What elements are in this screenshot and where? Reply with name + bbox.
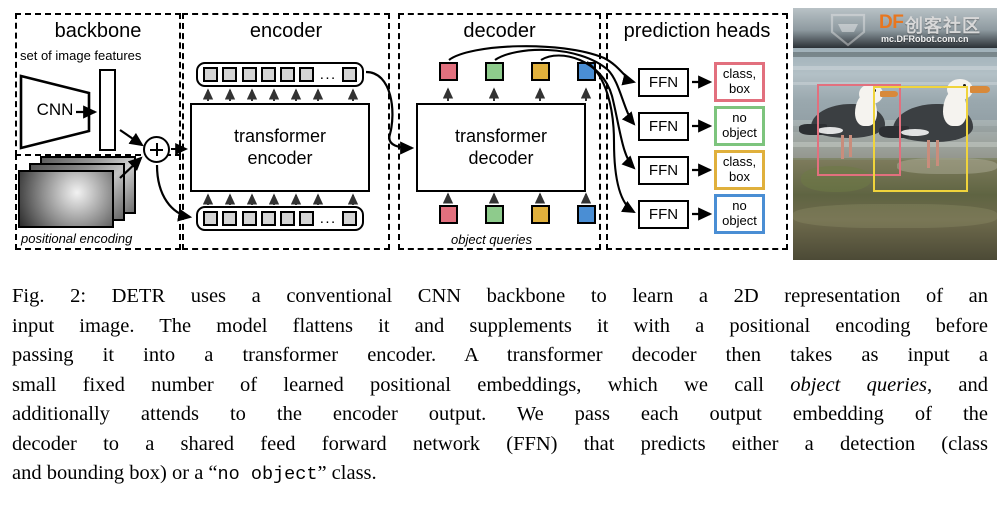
transformer-encoder-box: transformer encoder	[190, 103, 370, 192]
prediction-4-line1: no	[732, 198, 747, 214]
decoder-output-embedding-4	[577, 62, 596, 81]
decoder-output-embedding-2	[485, 62, 504, 81]
caption-line: and bounding box) or a “no object” class…	[12, 462, 377, 485]
object-query-4	[577, 205, 596, 224]
ffn-box-3: FFN	[638, 156, 689, 185]
section-title-backbone: backbone	[54, 20, 142, 42]
ffn-box-4: FFN	[638, 200, 689, 229]
figure-page: backbone encoder decoder prediction head…	[0, 0, 1000, 505]
encoder-in-ellipsis: ...	[319, 209, 337, 227]
prediction-result-4: no object	[714, 194, 765, 234]
encoder-out-token	[260, 67, 276, 82]
encoder-out-ellipsis: ...	[319, 65, 337, 83]
prediction-result-3: class, box	[714, 150, 765, 190]
encoder-in-token	[260, 211, 276, 226]
encoder-in-token	[280, 211, 296, 226]
positional-encoding-label: positional encoding	[21, 231, 133, 246]
encoder-out-token	[222, 67, 238, 82]
watermark-url: mc.DFRobot.com.cn	[881, 34, 969, 44]
encoder-out-token	[203, 67, 218, 82]
sum-operator-icon	[143, 136, 170, 163]
prediction-3-line1: class,	[722, 154, 757, 170]
encoder-in-token	[203, 211, 218, 226]
detr-architecture-diagram: backbone encoder decoder prediction head…	[0, 0, 1000, 268]
prediction-result-2: no object	[714, 106, 765, 146]
prediction-result-1: class, box	[714, 62, 765, 102]
encoder-out-token	[299, 67, 315, 82]
object-query-3	[531, 205, 550, 224]
encoder-out-token	[280, 67, 296, 82]
prediction-1-line2: box	[729, 81, 750, 96]
prediction-1-line1: class,	[722, 66, 757, 82]
example-detection-photo: DF 创客社区 mc.DFRobot.com.cn	[793, 8, 997, 260]
bounding-box-yellow	[873, 86, 968, 192]
photo-watermark: DF 创客社区 mc.DFRobot.com.cn	[793, 8, 997, 54]
section-title-prediction-heads: prediction heads	[623, 20, 771, 42]
image-feature-vector	[99, 69, 116, 151]
transformer-encoder-line1: transformer	[233, 125, 327, 146]
cnn-label: CNN	[36, 100, 74, 119]
caption-line: input image. The model flattens it and s…	[12, 314, 988, 337]
transformer-encoder-line2: encoder	[247, 147, 313, 168]
photo-water-streak	[793, 66, 997, 70]
object-queries-label: object queries	[451, 232, 532, 247]
decoder-output-embedding-1	[439, 62, 458, 81]
caption-line: small fixed number of learned positional…	[12, 373, 988, 396]
object-query-2	[485, 205, 504, 224]
decoder-output-embedding-3	[531, 62, 550, 81]
encoder-out-token	[241, 67, 257, 82]
caption-line: decoder to a shared feed forward network…	[12, 432, 988, 455]
transformer-decoder-line2: decoder	[468, 147, 534, 168]
image-features-label: set of image features	[20, 48, 142, 63]
watermark-brand: DF	[879, 12, 904, 33]
prediction-4-line2: object	[722, 213, 757, 228]
prediction-3-line2: box	[729, 169, 750, 184]
encoder-in-token	[241, 211, 257, 226]
prediction-2-line2: object	[722, 125, 757, 140]
figure-caption: Fig. 2: DETR uses a conventional CNN bac…	[12, 282, 988, 490]
caption-line: additionally attends to the encoder outp…	[12, 403, 988, 425]
prediction-2-line1: no	[732, 110, 747, 126]
encoder-output-tokens: ...	[196, 62, 364, 87]
positional-encoding-card-1	[18, 170, 114, 228]
ffn-box-2: FFN	[638, 112, 689, 141]
section-title-decoder: decoder	[463, 20, 536, 42]
encoder-in-token	[299, 211, 315, 226]
ffn-box-1: FFN	[638, 68, 689, 97]
transformer-decoder-line1: transformer	[454, 125, 548, 146]
section-title-encoder: encoder	[249, 20, 323, 42]
encoder-in-token	[341, 211, 357, 226]
encoder-out-token	[341, 67, 357, 82]
encoder-in-token	[222, 211, 238, 226]
transformer-decoder-box: transformer decoder	[416, 103, 586, 192]
dfrobot-logo-icon	[829, 12, 867, 48]
photo-moss	[793, 204, 997, 228]
caption-line: passing it into a transformer encoder. A…	[12, 344, 988, 366]
encoder-input-tokens: ...	[196, 206, 364, 231]
seagull-right-beak	[970, 86, 990, 93]
positional-encoding-stack	[18, 156, 138, 230]
object-query-1	[439, 205, 458, 224]
caption-line: Fig. 2: DETR uses a conventional CNN bac…	[12, 285, 988, 307]
